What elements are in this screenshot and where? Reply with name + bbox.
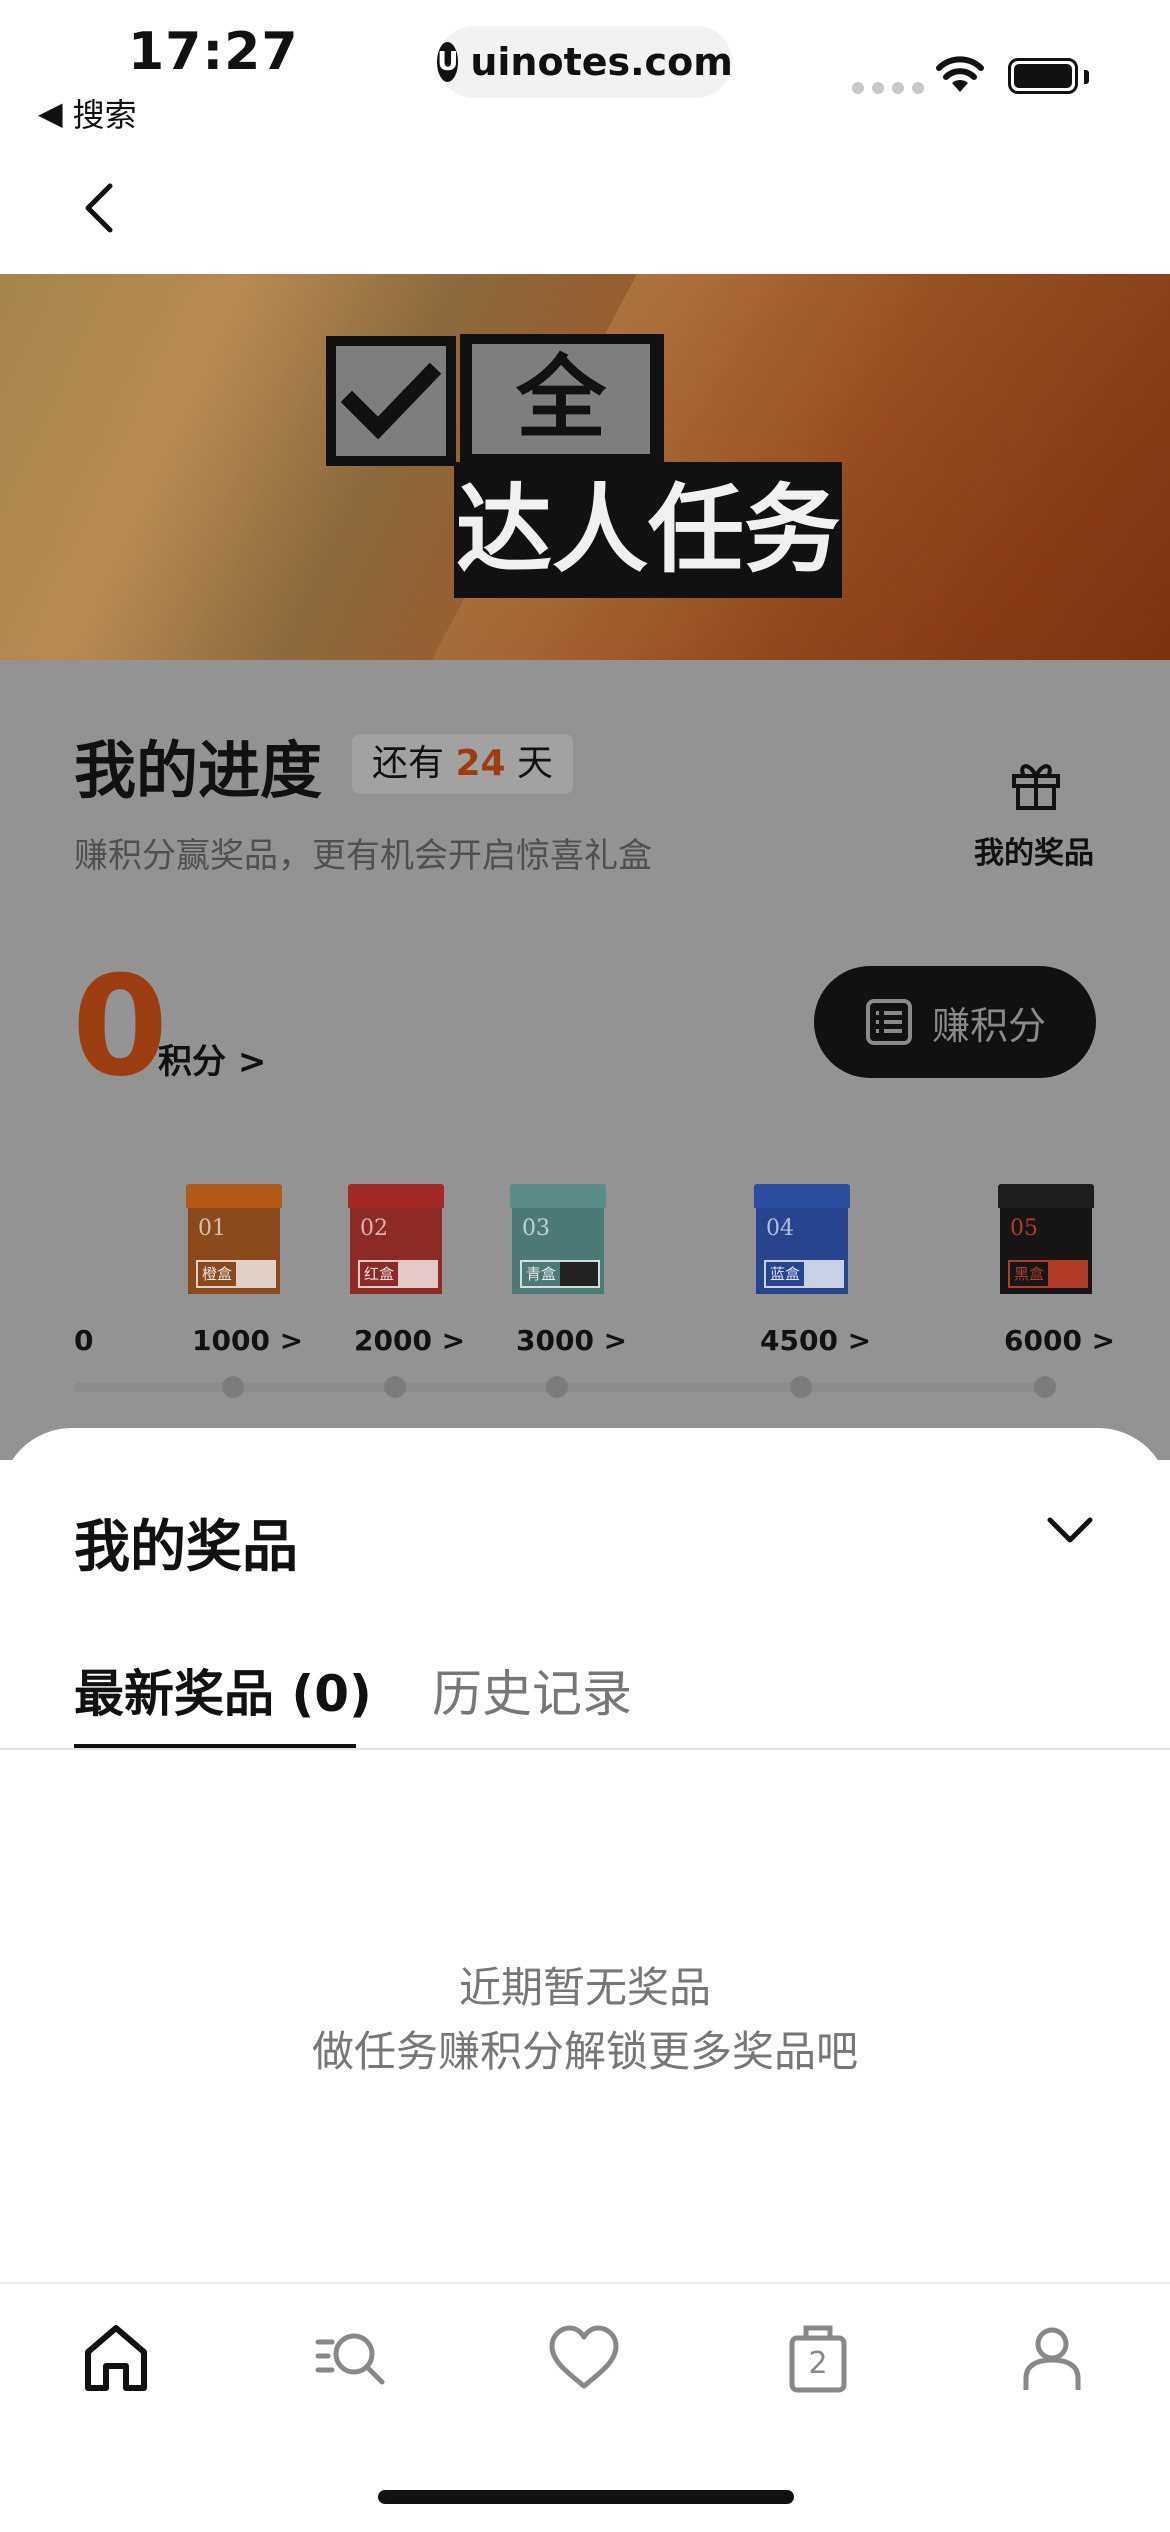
- milestone-box-red[interactable]: 02 红盒: [348, 1184, 444, 1294]
- progress-dot: [790, 1376, 812, 1398]
- search-list-icon[interactable]: [312, 2318, 392, 2398]
- back-app-label: 搜索: [72, 96, 137, 134]
- milestone-box-black[interactable]: 05 黑盒: [998, 1184, 1094, 1294]
- list-icon: [865, 999, 912, 1045]
- chevron-left-icon[interactable]: [70, 172, 130, 242]
- back-to-app-button[interactable]: ◀ 搜索: [38, 90, 137, 136]
- sheet-title: 我的奖品: [74, 1515, 298, 1580]
- bag-count: 2: [808, 2346, 828, 2381]
- chevron-down-icon[interactable]: [1040, 1510, 1100, 1550]
- progress-title: 我的进度: [74, 734, 323, 807]
- tab-latest-prizes[interactable]: 最新奖品 (0): [74, 1654, 372, 1726]
- days-remaining-value: 24: [455, 743, 506, 784]
- gift-icon[interactable]: [1008, 756, 1064, 812]
- heart-icon[interactable]: [544, 2318, 624, 2398]
- progress-dot: [546, 1376, 568, 1398]
- checkbox-logo: [326, 336, 456, 466]
- empty-state-subtitle: 做任务赚积分解锁更多奖品吧: [311, 2027, 858, 2076]
- progress-dot: [1034, 1376, 1056, 1398]
- progress-dot: [222, 1376, 244, 1398]
- earn-points-label: 赚积分: [931, 1003, 1046, 1048]
- battery-icon: [1008, 58, 1078, 94]
- points-value: 0: [72, 946, 169, 1107]
- milestone-label-0: 0: [74, 1324, 94, 1357]
- wifi-icon: [936, 56, 984, 92]
- url-text: uinotes.com: [470, 40, 733, 84]
- back-triangle-icon: ◀: [38, 94, 63, 132]
- earn-points-button[interactable]: 赚积分: [814, 966, 1096, 1078]
- home-icon[interactable]: [76, 2318, 156, 2398]
- milestone-label-4500[interactable]: 4500 >: [760, 1324, 871, 1357]
- site-logo-icon: U: [437, 42, 459, 82]
- milestone-label-1000[interactable]: 1000 >: [192, 1324, 303, 1357]
- milestone-box-teal[interactable]: 03 青盒: [510, 1184, 606, 1294]
- milestone-label-2000[interactable]: 2000 >: [354, 1324, 465, 1357]
- progress-dot: [384, 1376, 406, 1398]
- home-indicator: [378, 2490, 794, 2504]
- milestone-box-orange[interactable]: 01 橙盒: [186, 1184, 282, 1294]
- progress-subtitle: 赚积分赢奖品，更有机会开启惊喜礼盒: [74, 836, 652, 876]
- milestone-label-3000[interactable]: 3000 >: [516, 1324, 627, 1357]
- cellular-signal-icon: [852, 82, 924, 94]
- battery-tip: [1084, 70, 1089, 84]
- tabs-divider: [0, 1748, 1170, 1750]
- banner-title-line1: 全新: [460, 334, 664, 561]
- banner-title-line2: 达人任务: [454, 462, 842, 598]
- days-remaining-badge: 还有 24 天: [352, 734, 574, 794]
- tabbar-divider: [0, 2282, 1170, 2284]
- points-link[interactable]: 积分 >: [158, 1034, 266, 1083]
- empty-state-title: 近期暂无奖品: [458, 1963, 711, 2012]
- milestone-box-blue[interactable]: 04 蓝盒: [754, 1184, 850, 1294]
- tab-history[interactable]: 历史记录: [432, 1654, 632, 1726]
- profile-icon[interactable]: [1012, 2318, 1092, 2398]
- checkmark-icon: [340, 362, 442, 440]
- status-time: 17:27: [128, 22, 299, 82]
- my-prizes-link[interactable]: 我的奖品: [974, 828, 1094, 872]
- url-bar[interactable]: U uinotes.com: [437, 26, 733, 98]
- milestone-label-6000[interactable]: 6000 >: [1004, 1324, 1115, 1357]
